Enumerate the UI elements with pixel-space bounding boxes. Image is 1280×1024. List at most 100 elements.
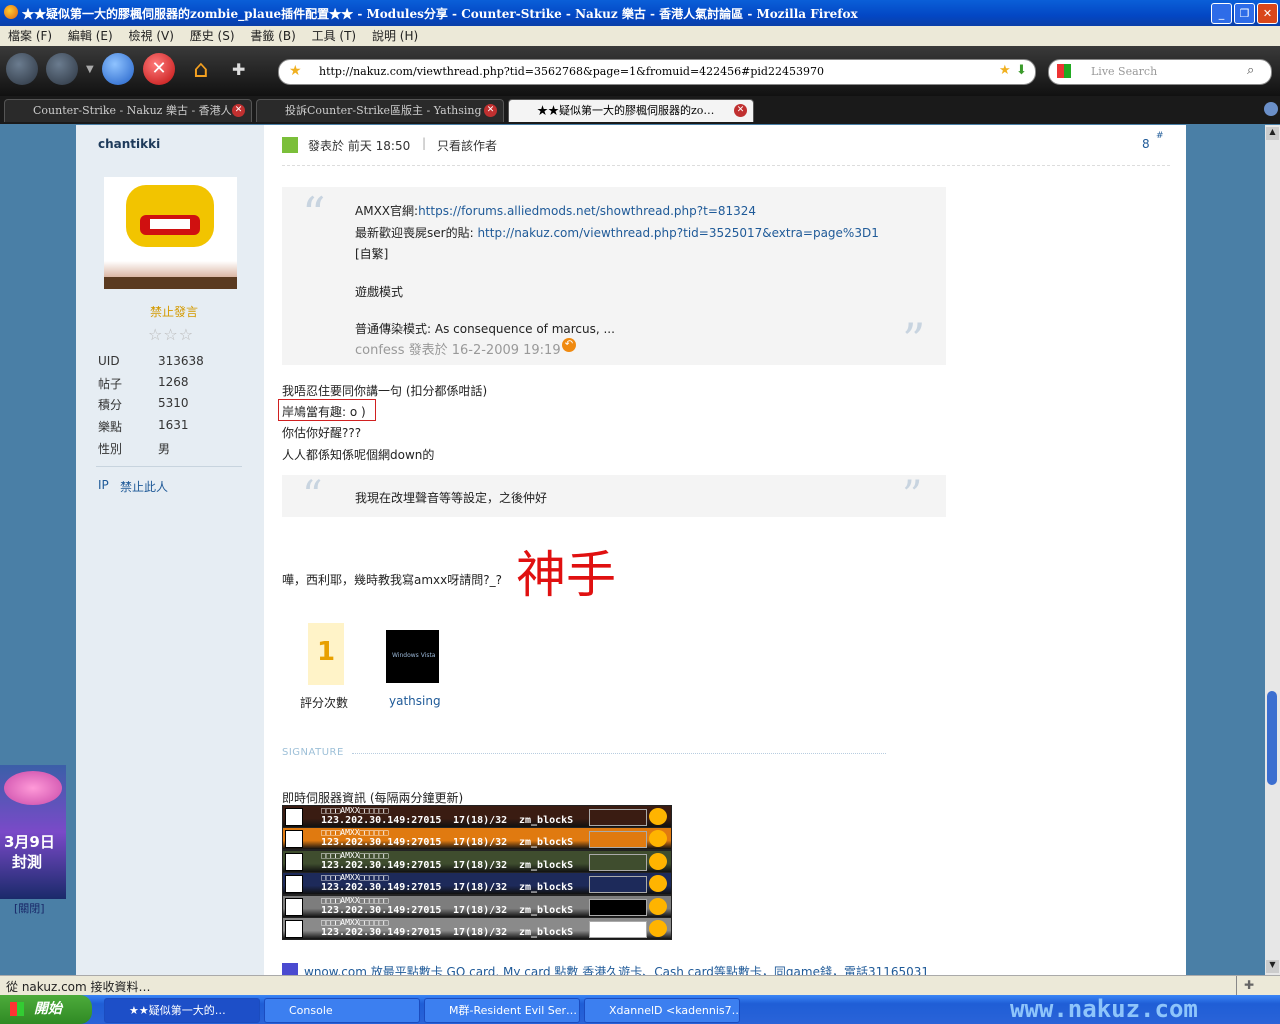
ad-logo-icon — [4, 771, 62, 805]
url-text[interactable]: http://nakuz.com/viewthread.php?tid=3562… — [319, 65, 824, 78]
menu-bookmarks[interactable]: 書籤 (B) — [250, 26, 295, 46]
menu-history[interactable]: 歷史 (S) — [190, 26, 235, 46]
rate-count-box: 1 — [308, 623, 344, 685]
only-author-link[interactable]: 只看該作者 — [437, 137, 497, 154]
menu-edit[interactable]: 編輯 (E) — [68, 26, 113, 46]
tab-label: 投訴Counter-Strike區版主 - Yathsing … — [285, 104, 496, 117]
tab-complaint[interactable]: 投訴Counter-Strike區版主 - Yathsing … ✕ — [256, 99, 504, 122]
server-address: 123.202.30.149:27015 — [321, 927, 442, 938]
tab-label: ★★疑似第一大的膠楓伺服器的zo… — [537, 104, 715, 117]
server-name: □□□□AMXX□□□□□□ — [321, 873, 389, 883]
go-arrow-icon[interactable]: ⬇ — [1016, 63, 1027, 78]
stat-label: UID — [98, 354, 120, 368]
menu-help[interactable]: 說明 (H) — [372, 26, 418, 46]
menu-file[interactable]: 檔案 (F) — [8, 26, 52, 46]
task-msn-group[interactable]: M群-Resident Evil Ser… — [424, 998, 580, 1023]
server-banner[interactable]: □□□□AMXX□□□□□□ 123.202.30.149:27015 17(18)… — [282, 917, 672, 940]
player-graph — [589, 876, 647, 894]
cs-player-icon — [285, 875, 303, 894]
server-players: 17(18)/32 — [453, 815, 508, 826]
home-button[interactable]: ⌂ — [186, 54, 216, 84]
list-all-tabs-icon[interactable] — [1264, 102, 1278, 116]
player-graph — [589, 898, 647, 916]
back-button[interactable] — [6, 53, 38, 85]
search-box[interactable]: Live Search ⌕ — [1048, 59, 1272, 85]
tab-zombie-plague[interactable]: ★★疑似第一大的膠楓伺服器的zo… ✕ — [508, 99, 754, 122]
stat-value: 男 — [158, 442, 171, 456]
post-line: 你估你好醒??? — [282, 426, 362, 440]
menu-tools[interactable]: 工具 (T) — [312, 26, 357, 46]
minimize-button[interactable]: _ — [1211, 3, 1232, 24]
server-players: 17(18)/32 — [453, 837, 508, 849]
history-dropdown-icon[interactable]: ▼ — [86, 64, 94, 75]
addon-status-icon[interactable]: ✚ — [1244, 978, 1254, 992]
username[interactable]: chantikki — [98, 137, 160, 151]
server-address: 123.202.30.149:27015 — [321, 904, 442, 916]
floor-number[interactable]: 8 — [1142, 137, 1150, 151]
search-placeholder[interactable]: Live Search — [1091, 65, 1157, 78]
task-console[interactable]: Console — [264, 998, 420, 1023]
stat-value: 5310 — [158, 396, 189, 410]
bookmark-star-icon[interactable]: ★ — [999, 63, 1011, 78]
taskbar: 開始 ★★疑似第一大的… Console M群-Resident Evil Se… — [0, 995, 1280, 1024]
nakuz-thread-link[interactable]: http://nakuz.com/viewthread.php?tid=3525… — [477, 226, 878, 240]
search-icon[interactable]: ⌕ — [1247, 63, 1254, 78]
server-name: □□□□AMXX□□□□□□ — [321, 806, 389, 815]
search-engine-icon[interactable] — [1057, 64, 1071, 78]
stat-value: 1268 — [158, 375, 189, 389]
stat-label: 帖子 — [98, 377, 123, 391]
stat-label: 樂點 — [98, 420, 123, 434]
ip-link[interactable]: IP — [98, 478, 109, 492]
alliedmods-link[interactable]: https://forums.alliedmods.net/showthread… — [418, 204, 756, 218]
gametracker-icon — [649, 920, 667, 937]
scroll-thumb[interactable] — [1267, 691, 1277, 785]
stop-button[interactable]: ✕ — [143, 53, 175, 85]
rater-avatar[interactable]: Windows Vista — [386, 630, 439, 683]
address-bar[interactable]: ★ http://nakuz.com/viewthread.php?tid=35… — [278, 59, 1036, 85]
gametracker-icon — [649, 875, 667, 893]
user-info-column: chantikki 禁止發言 ☆☆☆ UID 313638 帖子 1268 積分… — [76, 125, 264, 975]
task-msn-chat[interactable]: XdannelD <kadennis7… — [584, 998, 740, 1023]
task-label: ★★疑似第一大的… — [129, 1004, 226, 1017]
task-label: Console — [289, 1004, 333, 1017]
vertical-scrollbar[interactable]: ▲ ▼ — [1265, 125, 1280, 975]
side-ad[interactable]: 3月9日 封測 — [0, 765, 66, 899]
reload-button[interactable] — [102, 53, 134, 85]
server-banner[interactable]: □□□□AMXX□□□□□□ 123.202.30.149:27015 17(18)… — [282, 827, 672, 851]
close-tab-icon[interactable]: ✕ — [484, 104, 497, 117]
rank-stars-icon: ☆☆☆ — [148, 325, 195, 344]
stat-value: 1631 — [158, 418, 189, 432]
close-tab-icon[interactable]: ✕ — [734, 104, 747, 117]
server-banner[interactable]: □□□□AMXX□□□□□□ 123.202.30.149:27015 17(18)… — [282, 872, 672, 896]
server-banner[interactable]: □□□□AMXX□□□□□□ 123.202.30.149:27015 17(18)… — [282, 805, 672, 828]
quote-text: 我現在改埋聲音等等設定，之後仲好 — [355, 491, 548, 505]
cs-player-icon — [285, 808, 303, 826]
close-ad-link[interactable]: [關閉] — [14, 900, 45, 916]
divider — [96, 466, 242, 467]
forward-button[interactable] — [46, 53, 78, 85]
rater-name[interactable]: yathsing — [389, 694, 441, 708]
restore-button[interactable]: ❐ — [1234, 3, 1255, 24]
server-banner[interactable]: □□□□AMXX□□□□□□ 123.202.30.149:27015 17(18)… — [282, 894, 672, 918]
cs-player-icon — [285, 852, 303, 871]
menu-view[interactable]: 檢視 (V) — [129, 26, 174, 46]
addon-icon[interactable]: ✚ — [232, 60, 245, 79]
signature-divider — [352, 753, 886, 754]
ban-user-link[interactable]: 禁止此人 — [120, 478, 168, 495]
scroll-up-icon[interactable]: ▲ — [1266, 127, 1279, 140]
close-window-button[interactable]: ✕ — [1257, 3, 1278, 24]
start-button[interactable]: 開始 — [0, 995, 92, 1024]
close-tab-icon[interactable]: ✕ — [232, 104, 245, 117]
divider — [1236, 976, 1237, 996]
menu-bar: 檔案 (F) 編輯 (E) 檢視 (V) 歷史 (S) 書籤 (B) 工具 (T… — [0, 26, 1280, 47]
task-firefox[interactable]: ★★疑似第一大的… — [104, 998, 260, 1023]
gametracker-icon — [649, 852, 667, 870]
goto-post-icon[interactable]: ↶ — [562, 338, 576, 352]
tab-counter-strike[interactable]: Counter-Strike - Nakuz 樂古 - 香港人… ✕ — [4, 99, 252, 122]
scroll-down-icon[interactable]: ▼ — [1266, 960, 1279, 973]
server-players: 17(18)/32 — [453, 927, 508, 938]
server-banner[interactable]: □□□□AMXX□□□□□□ 123.202.30.149:27015 17(18)… — [282, 849, 672, 873]
close-quote-icon: ” — [902, 313, 926, 367]
stat-value: 313638 — [158, 354, 204, 368]
post-icon — [282, 137, 298, 153]
